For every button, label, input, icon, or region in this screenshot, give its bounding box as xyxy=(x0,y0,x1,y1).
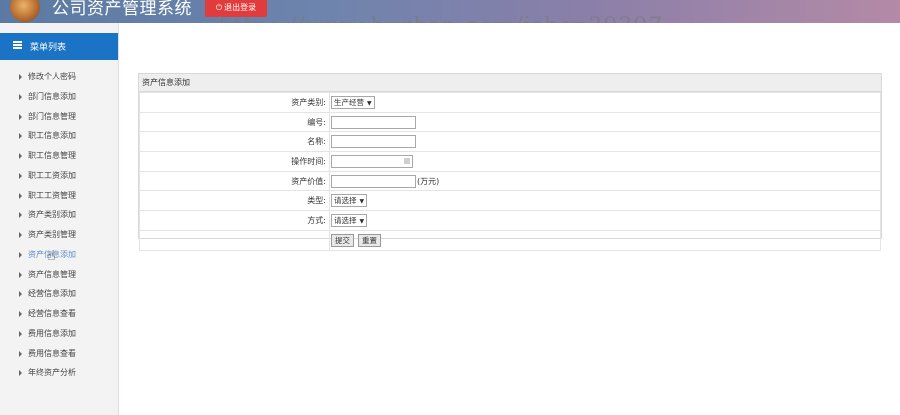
form-row: 方式: 请选择 ▼ xyxy=(139,210,881,231)
number-label: 编号: xyxy=(139,111,330,133)
sidebar-item-label: 部门信息添加 xyxy=(28,91,76,101)
hand-cursor-icon: ☝ xyxy=(47,248,56,264)
sidebar-item-label: 费用信息添加 xyxy=(28,328,76,338)
type-select[interactable]: 请选择 ▼ xyxy=(331,194,368,208)
type-value: 请选择 xyxy=(334,196,357,206)
method-value: 请选择 xyxy=(334,215,357,225)
sidebar-item-label: 经营信息添加 xyxy=(28,289,76,299)
sidebar-item-label: 年终资产分析 xyxy=(28,368,76,378)
sidebar-item-label: 职工工资添加 xyxy=(28,170,76,180)
panel-title: 资产信息添加 xyxy=(139,74,881,92)
caret-right-icon xyxy=(19,271,22,278)
sidebar-item-label: 职工工资管理 xyxy=(28,190,76,200)
price-unit: (万元) xyxy=(417,176,440,186)
name-label: 名称: xyxy=(139,131,330,153)
sidebar-item-label: 资产类别添加 xyxy=(28,210,76,220)
logout-label: 退出登录 xyxy=(224,3,257,12)
sidebar-item-staff-manage[interactable]: 职工信息管理 xyxy=(0,146,118,166)
sidebar-item-change-password[interactable]: 修改个人密码 xyxy=(0,67,118,87)
type-label: 类型: xyxy=(139,190,330,212)
sidebar-item-label: 部门信息管理 xyxy=(28,111,76,121)
sidebar-item-staff-add[interactable]: 职工信息添加 xyxy=(0,126,118,146)
caret-right-icon xyxy=(19,93,22,100)
form-row: 提交 重置 xyxy=(139,229,881,251)
price-input[interactable] xyxy=(331,174,416,188)
form-row: 操作时间: xyxy=(139,151,881,172)
form-row: 类型: 请选择 ▼ xyxy=(139,190,881,212)
caret-right-icon xyxy=(19,192,22,199)
sidebar-item-label: 费用信息查看 xyxy=(28,348,76,358)
sidebar-item-business-view[interactable]: 经营信息查看 xyxy=(0,304,118,324)
caret-right-icon xyxy=(19,133,22,140)
caret-right-icon xyxy=(19,291,22,298)
sidebar-item-label: 经营信息查看 xyxy=(28,309,76,318)
dropdown-arrow-icon: ▼ xyxy=(359,217,365,225)
date-picker-input[interactable] xyxy=(331,154,413,168)
sidebar-item-label: 修改个人密码 xyxy=(28,72,76,81)
sidebar-item-expense-view[interactable]: 费用信息查看 xyxy=(0,344,118,364)
caret-right-icon xyxy=(19,350,22,357)
price-label: 资产价值: xyxy=(139,170,330,192)
sidebar-item-asset-category-add[interactable]: 资产类别添加 xyxy=(0,205,118,225)
category-value: 生产经营 xyxy=(334,97,364,107)
number-input[interactable] xyxy=(331,115,416,129)
user-avatar xyxy=(10,0,40,22)
sidebar-item-label: 职工信息管理 xyxy=(28,151,76,160)
main-content: 资产信息添加 资产类别: 生产经营 ▼ 编号: 名称: 操作时间: 资产价值: … xyxy=(119,57,900,415)
caret-right-icon xyxy=(19,113,22,120)
sidebar-item-label: 职工信息添加 xyxy=(28,131,76,141)
caret-right-icon xyxy=(19,153,22,159)
calendar-icon[interactable] xyxy=(404,157,410,164)
sidebar-item-expense-add[interactable]: 费用信息添加 xyxy=(0,324,118,344)
menu-list: 修改个人密码 部门信息添加 部门信息管理 职工信息添加 职工信息管理 职工工资添… xyxy=(0,67,118,383)
menu-title: 菜单列表 xyxy=(30,43,67,53)
sidebar-item-salary-add[interactable]: 职工工资添加 xyxy=(0,166,118,186)
sidebar-item-salary-manage[interactable]: 职工工资管理 xyxy=(0,186,118,206)
sidebar-item-dept-add[interactable]: 部门信息添加 xyxy=(0,87,118,107)
menu-header: 菜单列表 xyxy=(0,33,118,60)
sidebar-item-dept-manage[interactable]: 部门信息管理 xyxy=(0,107,118,127)
sidebar-item-asset-manage[interactable]: 资产信息管理 xyxy=(0,265,118,285)
form-row: 资产价值: (万元) xyxy=(139,170,881,192)
submit-button[interactable]: 提交 xyxy=(331,233,354,247)
caret-right-icon xyxy=(19,172,22,179)
form-row: 编号: xyxy=(139,111,881,133)
sidebar-item-business-add[interactable]: 经营信息添加 xyxy=(0,284,118,304)
app-title: 公司资产管理系统 xyxy=(52,0,192,19)
category-select[interactable]: 生产经营 ▼ xyxy=(331,95,375,109)
name-input[interactable] xyxy=(331,135,416,149)
method-label: 方式: xyxy=(139,210,330,231)
sidebar-item-annual-analysis[interactable]: 年终资产分析 xyxy=(0,363,118,383)
time-label: 操作时间: xyxy=(139,151,330,172)
menu-list-icon xyxy=(13,41,22,49)
caret-right-icon xyxy=(19,251,22,258)
form-row: 名称: xyxy=(139,131,881,153)
sidebar-item-asset-category-manage[interactable]: 资产类别管理 xyxy=(0,225,118,245)
asset-form-panel: 资产信息添加 资产类别: 生产经营 ▼ 编号: 名称: 操作时间: 资产价值: … xyxy=(138,73,882,251)
caret-right-icon xyxy=(19,212,22,219)
method-select[interactable]: 请选择 ▼ xyxy=(331,213,368,227)
sidebar-item-label: 资产类别管理 xyxy=(28,230,76,239)
sidebar: 菜单列表 修改个人密码 部门信息添加 部门信息管理 职工信息添加 职工信息管理 … xyxy=(0,23,119,415)
sidebar-item-asset-add[interactable]: 资产信息添加 xyxy=(0,245,118,265)
form-row: 资产类别: 生产经营 ▼ xyxy=(139,92,881,113)
caret-right-icon xyxy=(19,330,22,337)
caret-right-icon xyxy=(19,74,22,80)
dropdown-arrow-icon: ▼ xyxy=(359,198,365,206)
category-label: 资产类别: xyxy=(139,92,330,113)
asset-form: 资产类别: 生产经营 ▼ 编号: 名称: 操作时间: 资产价值: (万元) 类型… xyxy=(139,92,881,251)
caret-right-icon xyxy=(19,232,22,238)
reset-button[interactable]: 重置 xyxy=(358,233,381,247)
dropdown-arrow-icon: ▼ xyxy=(367,99,372,107)
caret-right-icon xyxy=(19,311,22,317)
content-topbar xyxy=(119,23,900,57)
sidebar-item-label: 资产信息管理 xyxy=(28,269,76,279)
caret-right-icon xyxy=(19,370,22,377)
